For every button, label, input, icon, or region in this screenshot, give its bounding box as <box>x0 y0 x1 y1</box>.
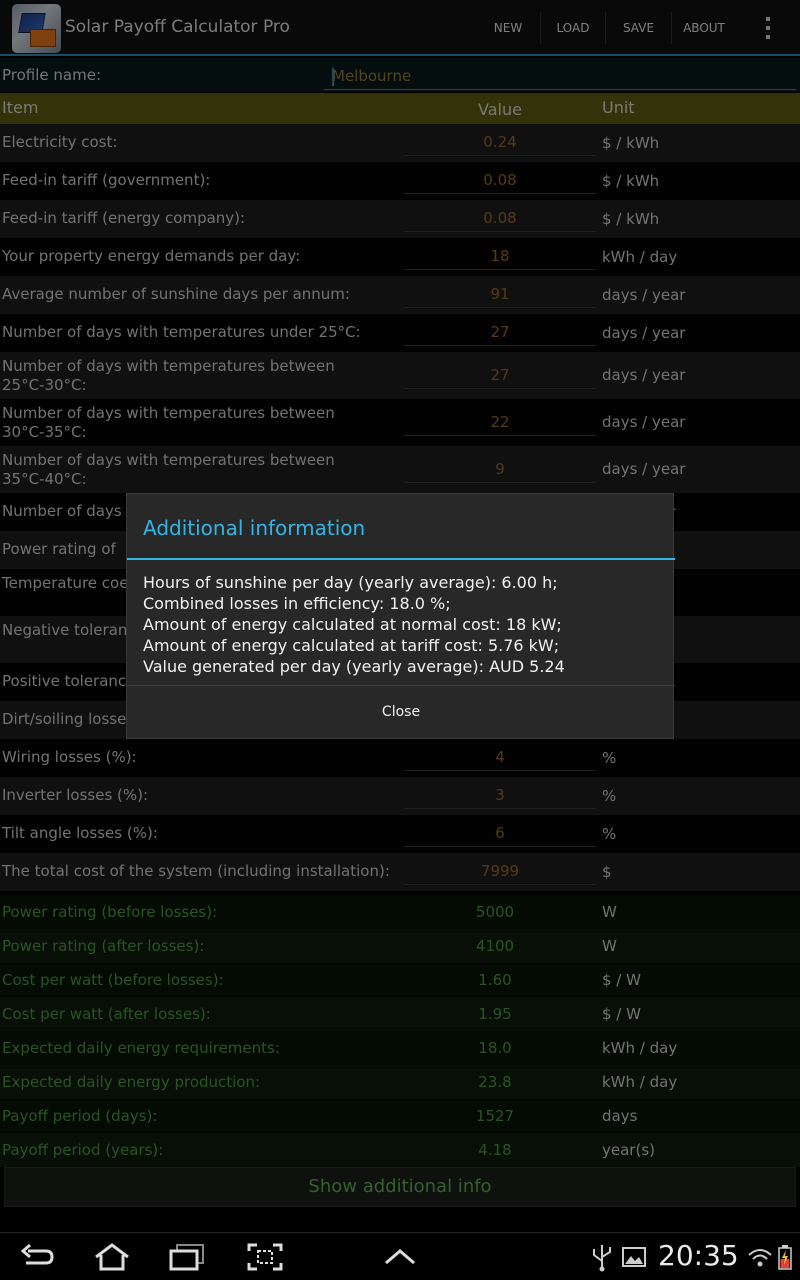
chevron-up-icon[interactable] <box>380 1241 420 1273</box>
dialog-line: Value generated per day (yearly average)… <box>143 657 565 676</box>
dialog-title: Additional information <box>143 516 366 540</box>
home-icon[interactable] <box>92 1241 132 1273</box>
dialog-title-divider <box>127 558 675 560</box>
wifi-signal-icon <box>748 1249 772 1267</box>
dialog-line: Combined losses in efficiency: 18.0 %; <box>143 594 451 613</box>
close-button[interactable]: Close <box>127 686 675 738</box>
dialog-line: Amount of energy calculated at normal co… <box>143 615 562 634</box>
screenshot-icon[interactable] <box>245 1241 285 1273</box>
dialog-line: Hours of sunshine per day (yearly averag… <box>143 573 558 592</box>
additional-info-dialog: Additional information Hours of sunshine… <box>126 493 675 739</box>
dialog-body: Hours of sunshine per day (yearly averag… <box>143 572 565 677</box>
battery-icon <box>778 1245 792 1270</box>
system-navigation-bar: 20:35 <box>0 1232 800 1280</box>
image-notification-icon <box>622 1247 646 1267</box>
recent-apps-icon[interactable] <box>167 1241 207 1273</box>
back-icon[interactable] <box>18 1241 58 1273</box>
dialog-line: Amount of energy calculated at tariff co… <box>143 636 560 655</box>
status-clock: 20:35 <box>658 1239 739 1272</box>
usb-icon <box>593 1245 611 1272</box>
